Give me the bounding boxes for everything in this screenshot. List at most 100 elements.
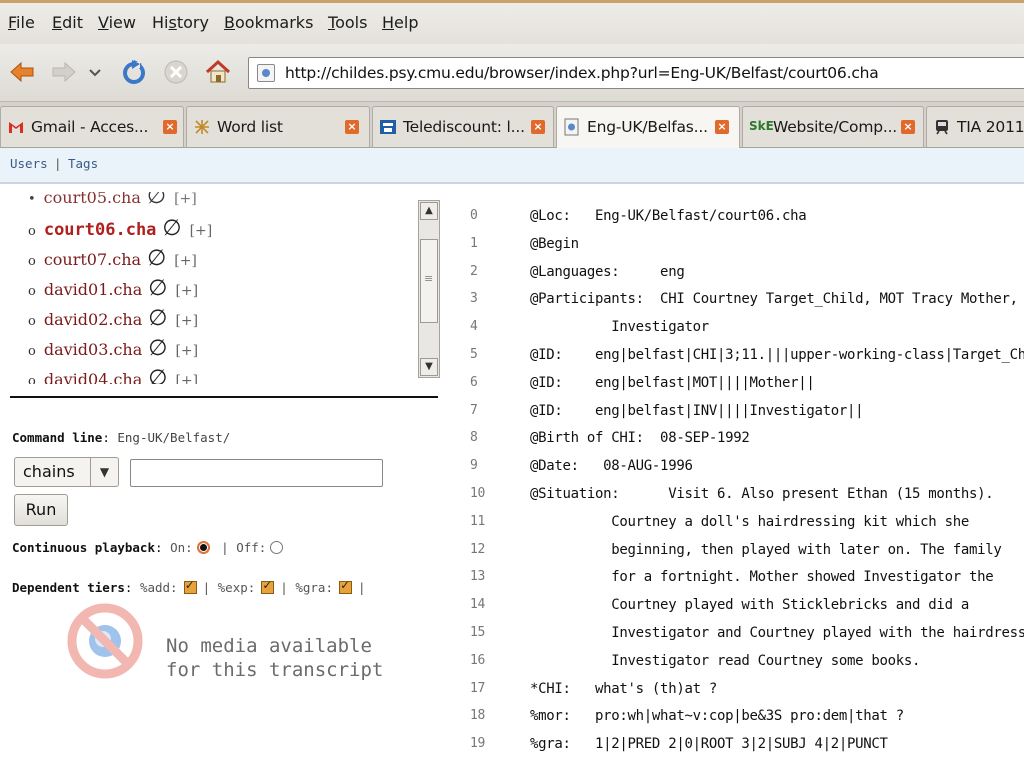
list-item[interactable]: o david02.cha ∅ [+] <box>28 306 198 331</box>
empty-set-icon: ∅ <box>148 336 168 361</box>
file-link[interactable]: court07.cha <box>44 250 141 269</box>
playback-off-radio[interactable] <box>270 541 284 554</box>
header-separator: | <box>54 156 62 171</box>
line-text: for a fortnight. Mother showed Investiga… <box>530 569 994 586</box>
url-bar[interactable]: http://childes.psy.cmu.edu/browser/index… <box>248 57 1024 89</box>
list-item[interactable]: o david03.cha ∅ [+] <box>28 336 198 361</box>
line-number: 8 <box>470 430 478 446</box>
tab-telediscount[interactable]: Telediscount: l... × <box>372 106 554 147</box>
line-text: @ID: eng|belfast|INV||||Investigator|| <box>530 402 864 419</box>
command-select[interactable]: chains ▼ <box>14 457 119 487</box>
line-number: 4 <box>470 319 478 335</box>
site-identity-icon[interactable] <box>257 64 275 82</box>
tab-label: Gmail - Acces... <box>31 118 149 136</box>
menu-view[interactable]: View <box>98 13 136 32</box>
expand-toggle[interactable]: [+] <box>175 283 198 299</box>
line-number: 0 <box>470 208 478 223</box>
list-item[interactable]: o court06.cha ∅ [+] <box>28 216 212 241</box>
back-arrow-icon[interactable] <box>8 58 36 86</box>
tab-gmail[interactable]: Gmail - Acces... × <box>0 106 184 147</box>
line-number: 18 <box>470 708 486 724</box>
line-number: 12 <box>470 541 486 557</box>
command-input[interactable] <box>130 459 383 487</box>
scroll-up-icon[interactable]: ▲ <box>420 202 438 220</box>
bullet: • <box>28 192 36 207</box>
menu-help[interactable]: Help <box>382 13 418 32</box>
line-number: 9 <box>470 458 478 474</box>
line-text: *CHI: what's (th)at ? <box>530 680 717 697</box>
tab-website-comp[interactable]: SkE Website/Comp... × <box>742 106 924 147</box>
no-media-message: No media available for this transcript <box>166 635 384 681</box>
file-link[interactable]: david04.cha <box>44 370 142 384</box>
file-link[interactable]: david01.cha <box>44 280 142 299</box>
line-number: 17 <box>470 680 486 696</box>
line-text: @Begin <box>530 235 579 252</box>
expand-toggle[interactable]: [+] <box>174 192 197 207</box>
expand-toggle[interactable]: [+] <box>175 373 198 384</box>
playback-on-radio[interactable] <box>196 541 210 554</box>
file-link[interactable]: court05.cha <box>44 192 141 207</box>
line-text: @Situation: Visit 6. Also present Ethan … <box>530 486 994 502</box>
menu-history[interactable]: History <box>152 13 209 32</box>
bullet: o <box>28 344 36 359</box>
list-item[interactable]: • court05.cha ∅ [+] <box>28 192 197 209</box>
close-tab-icon[interactable]: × <box>345 120 359 134</box>
home-icon[interactable] <box>204 58 232 86</box>
line-text: @Birth of CHI: 08-SEP-1992 <box>530 430 750 447</box>
line-number: 16 <box>470 652 486 668</box>
run-button[interactable]: Run <box>14 494 68 526</box>
history-dropdown-icon[interactable] <box>86 58 104 86</box>
line-number: 19 <box>470 736 486 752</box>
expand-toggle[interactable]: [+] <box>175 313 198 329</box>
tab-label: Eng-UK/Belfas... <box>587 118 708 136</box>
tab-eng-uk-belfast[interactable]: Eng-UK/Belfas... × <box>556 106 740 149</box>
menu-bookmarks[interactable]: Bookmarks <box>224 13 313 32</box>
reload-icon[interactable] <box>120 58 148 86</box>
command-line-label: Command line: Eng-UK/Belfast/ <box>12 430 231 445</box>
scroll-down-icon[interactable]: ▼ <box>420 358 438 376</box>
list-item[interactable]: o david04.cha ∅ [+] <box>28 366 198 384</box>
expand-toggle[interactable]: [+] <box>190 223 213 239</box>
file-link-current[interactable]: court06.cha <box>44 220 157 240</box>
file-link[interactable]: david03.cha <box>44 340 142 359</box>
stop-icon[interactable] <box>162 58 190 86</box>
tags-link[interactable]: Tags <box>68 156 98 171</box>
line-text: @Loc: Eng-UK/Belfast/court06.cha <box>530 208 807 224</box>
sketch-engine-icon <box>195 120 209 134</box>
file-list-scrollbar[interactable]: ▲ ▼ <box>418 200 440 378</box>
ske-icon: SkE <box>749 119 774 133</box>
close-tab-icon[interactable]: × <box>901 120 915 134</box>
tab-tia-2011[interactable]: TIA 2011 <box>926 106 1024 147</box>
bullet: o <box>28 284 36 299</box>
tab-label: Word list <box>217 118 283 136</box>
close-tab-icon[interactable]: × <box>163 120 177 134</box>
list-item[interactable]: o court07.cha ∅ [+] <box>28 246 197 271</box>
list-item[interactable]: o david01.cha ∅ [+] <box>28 276 198 301</box>
menu-tools[interactable]: Tools <box>328 13 367 32</box>
file-list: • court05.cha ∅ [+] o court06.cha ∅ [+] o court… <box>0 192 440 384</box>
url-text: http://childes.psy.cmu.edu/browser/index… <box>285 64 879 82</box>
dependent-tiers-row: Dependent tiers: %add:| %exp:| %gra:| <box>12 578 366 595</box>
line-text: @Participants: CHI Courtney Target_Child… <box>530 291 1024 308</box>
line-number: 2 <box>470 263 478 279</box>
file-link[interactable]: david02.cha <box>44 310 142 329</box>
line-text: %mor: pro:wh|what~v:cop|be&3S pro:dem|th… <box>530 708 904 725</box>
forward-arrow-icon[interactable] <box>50 58 78 86</box>
line-text: Investigator <box>530 319 709 336</box>
scrollbar-thumb[interactable] <box>420 239 438 323</box>
tier-exp-checkbox[interactable] <box>261 578 275 594</box>
close-tab-icon[interactable]: × <box>531 120 545 134</box>
expand-toggle[interactable]: [+] <box>175 343 198 359</box>
users-link[interactable]: Users <box>10 156 48 171</box>
close-tab-icon[interactable]: × <box>715 120 729 134</box>
menu-bar: File Edit View History Bookmarks Tools H… <box>0 0 1024 44</box>
tier-add-checkbox[interactable] <box>183 578 197 594</box>
line-text: @Languages: eng <box>530 263 685 280</box>
menu-edit[interactable]: Edit <box>52 13 83 32</box>
expand-toggle[interactable]: [+] <box>174 253 197 269</box>
tier-gra-checkbox[interactable] <box>339 578 352 594</box>
menu-file[interactable]: File <box>8 13 35 32</box>
bullet: o <box>28 224 36 239</box>
tab-word-list[interactable]: Word list × <box>186 106 370 147</box>
chevron-down-icon[interactable]: ▼ <box>90 458 118 486</box>
